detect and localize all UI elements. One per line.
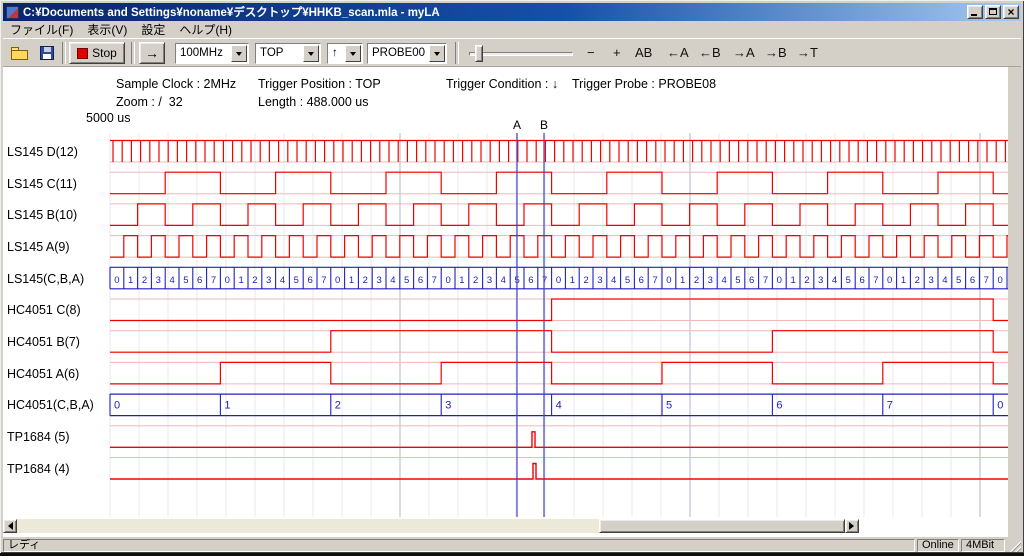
svg-text:2: 2 <box>473 275 478 286</box>
svg-text:7: 7 <box>432 275 437 286</box>
svg-text:4: 4 <box>611 275 616 286</box>
scrollbar-thumb[interactable] <box>599 519 845 533</box>
svg-text:7: 7 <box>652 275 657 286</box>
svg-text:7: 7 <box>321 275 326 286</box>
scroll-right-button[interactable] <box>845 519 859 533</box>
svg-text:1: 1 <box>349 275 354 286</box>
svg-text:6: 6 <box>639 275 644 286</box>
svg-text:1: 1 <box>238 275 243 286</box>
svg-text:0: 0 <box>114 400 120 412</box>
scroll-left-button[interactable] <box>3 519 17 533</box>
svg-text:2: 2 <box>252 275 257 286</box>
svg-text:2: 2 <box>583 275 588 286</box>
status-online: Online <box>917 539 959 552</box>
svg-text:4: 4 <box>942 275 947 286</box>
svg-text:2: 2 <box>142 275 147 286</box>
svg-text:1: 1 <box>570 275 575 286</box>
svg-text:0: 0 <box>997 275 1002 286</box>
scroll-left-icon <box>4 522 13 530</box>
svg-text:4: 4 <box>280 275 285 286</box>
svg-text:4: 4 <box>169 275 174 286</box>
svg-text:A: A <box>513 118 521 132</box>
svg-text:5: 5 <box>846 275 851 286</box>
svg-text:5: 5 <box>625 275 630 286</box>
svg-text:4: 4 <box>390 275 395 286</box>
svg-text:3: 3 <box>445 400 451 412</box>
svg-text:4: 4 <box>501 275 506 286</box>
svg-text:4: 4 <box>556 400 562 412</box>
svg-text:3: 3 <box>597 275 602 286</box>
svg-text:3: 3 <box>818 275 823 286</box>
scroll-right-icon <box>849 522 858 530</box>
horizontal-scrollbar[interactable] <box>3 519 859 533</box>
status-bar: レディ Online 4MBit <box>3 537 1021 552</box>
svg-text:5: 5 <box>294 275 299 286</box>
svg-text:5: 5 <box>183 275 188 286</box>
svg-text:7: 7 <box>211 275 216 286</box>
waveform-plot[interactable]: 0123456701234567012345670123456701234567… <box>0 0 1024 556</box>
svg-text:6: 6 <box>749 275 754 286</box>
status-ready: レディ <box>3 539 915 552</box>
svg-text:6: 6 <box>528 275 533 286</box>
svg-text:1: 1 <box>790 275 795 286</box>
svg-text:6: 6 <box>307 275 312 286</box>
svg-text:0: 0 <box>335 275 340 286</box>
svg-text:2: 2 <box>804 275 809 286</box>
svg-text:2: 2 <box>363 275 368 286</box>
svg-text:0: 0 <box>556 275 561 286</box>
svg-text:5: 5 <box>404 275 409 286</box>
svg-text:3: 3 <box>708 275 713 286</box>
svg-text:6: 6 <box>970 275 975 286</box>
svg-text:6: 6 <box>418 275 423 286</box>
svg-text:6: 6 <box>776 400 782 412</box>
status-memory: 4MBit <box>961 539 1005 552</box>
svg-text:7: 7 <box>542 275 547 286</box>
svg-text:1: 1 <box>459 275 464 286</box>
svg-text:0: 0 <box>887 275 892 286</box>
svg-text:1: 1 <box>680 275 685 286</box>
svg-text:6: 6 <box>197 275 202 286</box>
svg-text:B: B <box>540 118 548 132</box>
svg-text:7: 7 <box>984 275 989 286</box>
svg-text:6: 6 <box>859 275 864 286</box>
svg-text:0: 0 <box>997 400 1003 412</box>
svg-text:2: 2 <box>335 400 341 412</box>
svg-text:2: 2 <box>915 275 920 286</box>
app-window: C:¥Documents and Settings¥noname¥デスクトップ¥… <box>0 0 1024 553</box>
svg-text:0: 0 <box>777 275 782 286</box>
svg-text:1: 1 <box>224 400 230 412</box>
svg-text:3: 3 <box>376 275 381 286</box>
svg-text:4: 4 <box>832 275 837 286</box>
svg-text:3: 3 <box>266 275 271 286</box>
svg-text:0: 0 <box>225 275 230 286</box>
svg-text:0: 0 <box>445 275 450 286</box>
svg-text:7: 7 <box>763 275 768 286</box>
svg-text:5: 5 <box>666 400 672 412</box>
svg-text:4: 4 <box>721 275 726 286</box>
svg-text:2: 2 <box>694 275 699 286</box>
svg-text:0: 0 <box>666 275 671 286</box>
svg-text:0: 0 <box>114 275 119 286</box>
svg-text:3: 3 <box>487 275 492 286</box>
svg-text:3: 3 <box>156 275 161 286</box>
svg-text:5: 5 <box>956 275 961 286</box>
svg-text:5: 5 <box>735 275 740 286</box>
svg-text:1: 1 <box>901 275 906 286</box>
svg-text:3: 3 <box>928 275 933 286</box>
svg-text:7: 7 <box>887 400 893 412</box>
resize-grip[interactable] <box>1007 539 1021 552</box>
svg-text:1: 1 <box>128 275 133 286</box>
svg-text:7: 7 <box>873 275 878 286</box>
